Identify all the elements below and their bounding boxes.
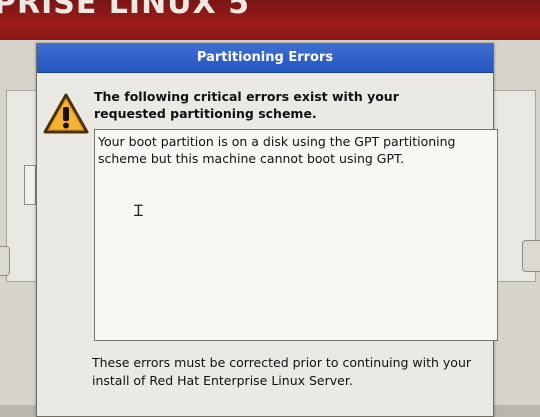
error-message: Your boot partition is on a disk using t… (98, 134, 456, 166)
dialog-footer-text: These errors must be corrected prior to … (92, 355, 472, 388)
banner-title: PRISE LINUX 5 (0, 0, 250, 21)
partitioning-errors-dialog: Partitioning Errors The following critic… (36, 43, 498, 417)
text-cursor-icon: Ɪ (134, 201, 143, 220)
warning-icon (43, 93, 89, 134)
dialog-title: Partitioning Errors (196, 50, 334, 65)
background-button (522, 240, 540, 272)
dialog-heading: The following critical errors exist with… (94, 89, 399, 121)
background-field (24, 165, 36, 205)
background-button (0, 246, 10, 276)
error-list-textarea[interactable]: Your boot partition is on a disk using t… (94, 129, 498, 341)
installer-banner: PRISE LINUX 5 (0, 0, 540, 40)
dialog-titlebar: Partitioning Errors (37, 44, 493, 73)
